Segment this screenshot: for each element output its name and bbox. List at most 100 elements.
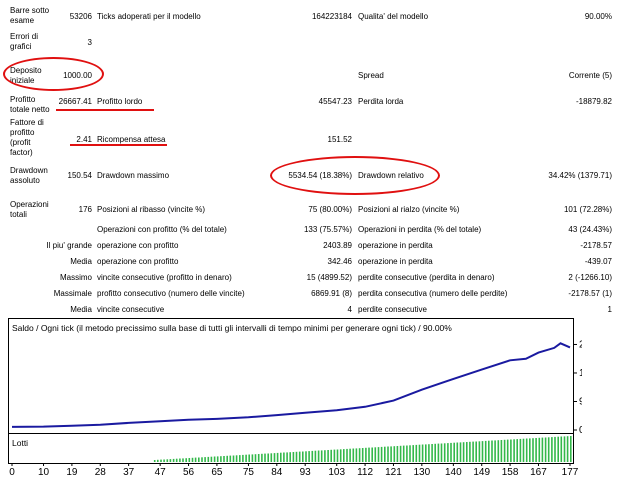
label-average-consecutive-wins: vincite consecutive	[97, 305, 165, 314]
lot-bar	[557, 436, 559, 462]
lot-bar	[503, 439, 506, 462]
lot-bar	[311, 450, 314, 462]
lot-bar	[330, 449, 332, 462]
y-tick-label: 27620	[579, 339, 582, 350]
label-maximal: Massimale	[53, 289, 92, 298]
lot-bar	[166, 459, 169, 462]
lot-bar	[437, 443, 440, 462]
lot-bar	[415, 444, 418, 462]
value-largest-profit: 2403.89	[323, 241, 352, 250]
lot-bar	[302, 451, 304, 462]
lot-bar	[472, 441, 474, 462]
lot-bar	[327, 450, 329, 462]
value-gross-profit: 45547.23	[318, 97, 352, 106]
value-average-profit: 342.46	[327, 257, 352, 266]
lot-bar	[453, 442, 455, 462]
lot-bar	[251, 454, 254, 462]
label-maximal-consecutive-profit: profitto consecutivo (numero delle vinci…	[97, 289, 245, 298]
lot-bar	[431, 444, 433, 462]
lot-bar	[201, 457, 203, 462]
lot-bar	[510, 439, 512, 462]
lot-bar	[273, 453, 276, 462]
lot-bar	[519, 438, 522, 462]
lot-bar	[191, 457, 194, 462]
lot-bar	[305, 451, 307, 462]
value-largest-loss: -2178.57	[580, 241, 612, 250]
value-expected-payoff: 151.52	[327, 135, 352, 144]
label-long-positions: Posizioni al rialzo (vincite %)	[358, 205, 460, 214]
lot-bar	[264, 453, 266, 462]
lot-bar	[213, 456, 216, 462]
lot-bar	[551, 437, 553, 462]
x-tick-label: 84	[271, 467, 283, 478]
x-tick-label: 149	[473, 467, 490, 478]
label-average-consecutive-losses: perdite consecutive	[358, 305, 427, 314]
chart-title: Saldo / Ogni tick (il metodo precissimo …	[12, 323, 452, 333]
value-max-consecutive-wins: 15 (4899.52)	[306, 273, 352, 282]
lot-bar	[343, 449, 345, 462]
lot-bar	[157, 459, 159, 462]
x-tick-label: 121	[385, 467, 402, 478]
lot-bar	[396, 446, 399, 462]
x-tick-label: 75	[243, 467, 255, 478]
label-loss-trades: Operazioni in perdita (% del totale)	[358, 225, 482, 234]
annotation-oval-max-drawdown	[270, 156, 440, 195]
lot-bar	[245, 454, 247, 462]
lot-bar	[204, 457, 206, 462]
lot-bar	[226, 455, 228, 462]
value-max-consecutive-losses: 2 (-1266.10)	[568, 273, 612, 282]
lot-bar	[339, 449, 342, 462]
lot-bar	[475, 441, 477, 462]
lot-bar	[182, 458, 184, 462]
x-tick-label: 10	[38, 467, 50, 478]
value-total-trades: 176	[78, 205, 92, 214]
lot-bar	[267, 453, 269, 462]
lot-bar	[175, 458, 178, 462]
lot-bar	[443, 443, 446, 462]
lot-bar	[541, 437, 544, 462]
lot-bar	[169, 459, 172, 462]
lot-bar	[447, 443, 449, 462]
lot-bar	[494, 440, 496, 462]
value-model-quality: 90.00%	[584, 12, 612, 21]
lot-bar	[314, 450, 317, 462]
x-tick-label: 130	[413, 467, 430, 478]
lot-bar	[384, 446, 386, 462]
label-maximal-consecutive-loss: perdita consecutiva (numero delle perdit…	[358, 289, 508, 298]
lot-bar	[207, 456, 210, 462]
annotation-oval-deposit	[3, 57, 104, 91]
lot-bar	[308, 451, 310, 462]
lot-bar	[491, 440, 493, 462]
x-tick-label: 112	[357, 467, 373, 478]
lot-bar	[295, 451, 298, 462]
annotation-underline-net-profit	[56, 109, 154, 111]
lot-bar	[554, 436, 556, 462]
lot-bar	[235, 455, 238, 462]
x-tick-label: 28	[95, 467, 107, 478]
lot-bar	[412, 445, 414, 462]
lot-bar	[529, 438, 531, 462]
value-average-consecutive-wins: 4	[347, 305, 352, 314]
lot-bar	[220, 456, 222, 462]
lot-bar	[506, 439, 509, 462]
label-average-loss: operazione in perdita	[358, 257, 433, 266]
label-max-consecutive-wins: vincite consecutive (profitto in denaro)	[97, 273, 232, 282]
lot-bar	[371, 447, 373, 462]
lot-bar	[242, 454, 244, 462]
x-tick-label: 37	[123, 467, 135, 478]
lot-bar	[516, 439, 518, 462]
lot-bar	[466, 442, 468, 462]
y-tick-label: 0	[579, 425, 582, 436]
balance-chart-svg: Saldo / Ogni tick (il metodo precissimo …	[8, 318, 607, 478]
lot-bar	[355, 448, 358, 462]
lot-bar	[399, 445, 402, 462]
lot-bar	[333, 449, 336, 462]
y-tick-label: 9207	[579, 396, 582, 407]
lot-bar	[232, 455, 235, 462]
y-axis-ticks: 27620 18413 9207 0	[573, 339, 607, 436]
x-tick-label: 103	[328, 467, 345, 478]
x-tick-label: 158	[502, 467, 519, 478]
lot-bar	[535, 438, 537, 462]
lot-bar	[374, 447, 377, 462]
value-profit-trades: 133 (75.57%)	[303, 225, 352, 234]
